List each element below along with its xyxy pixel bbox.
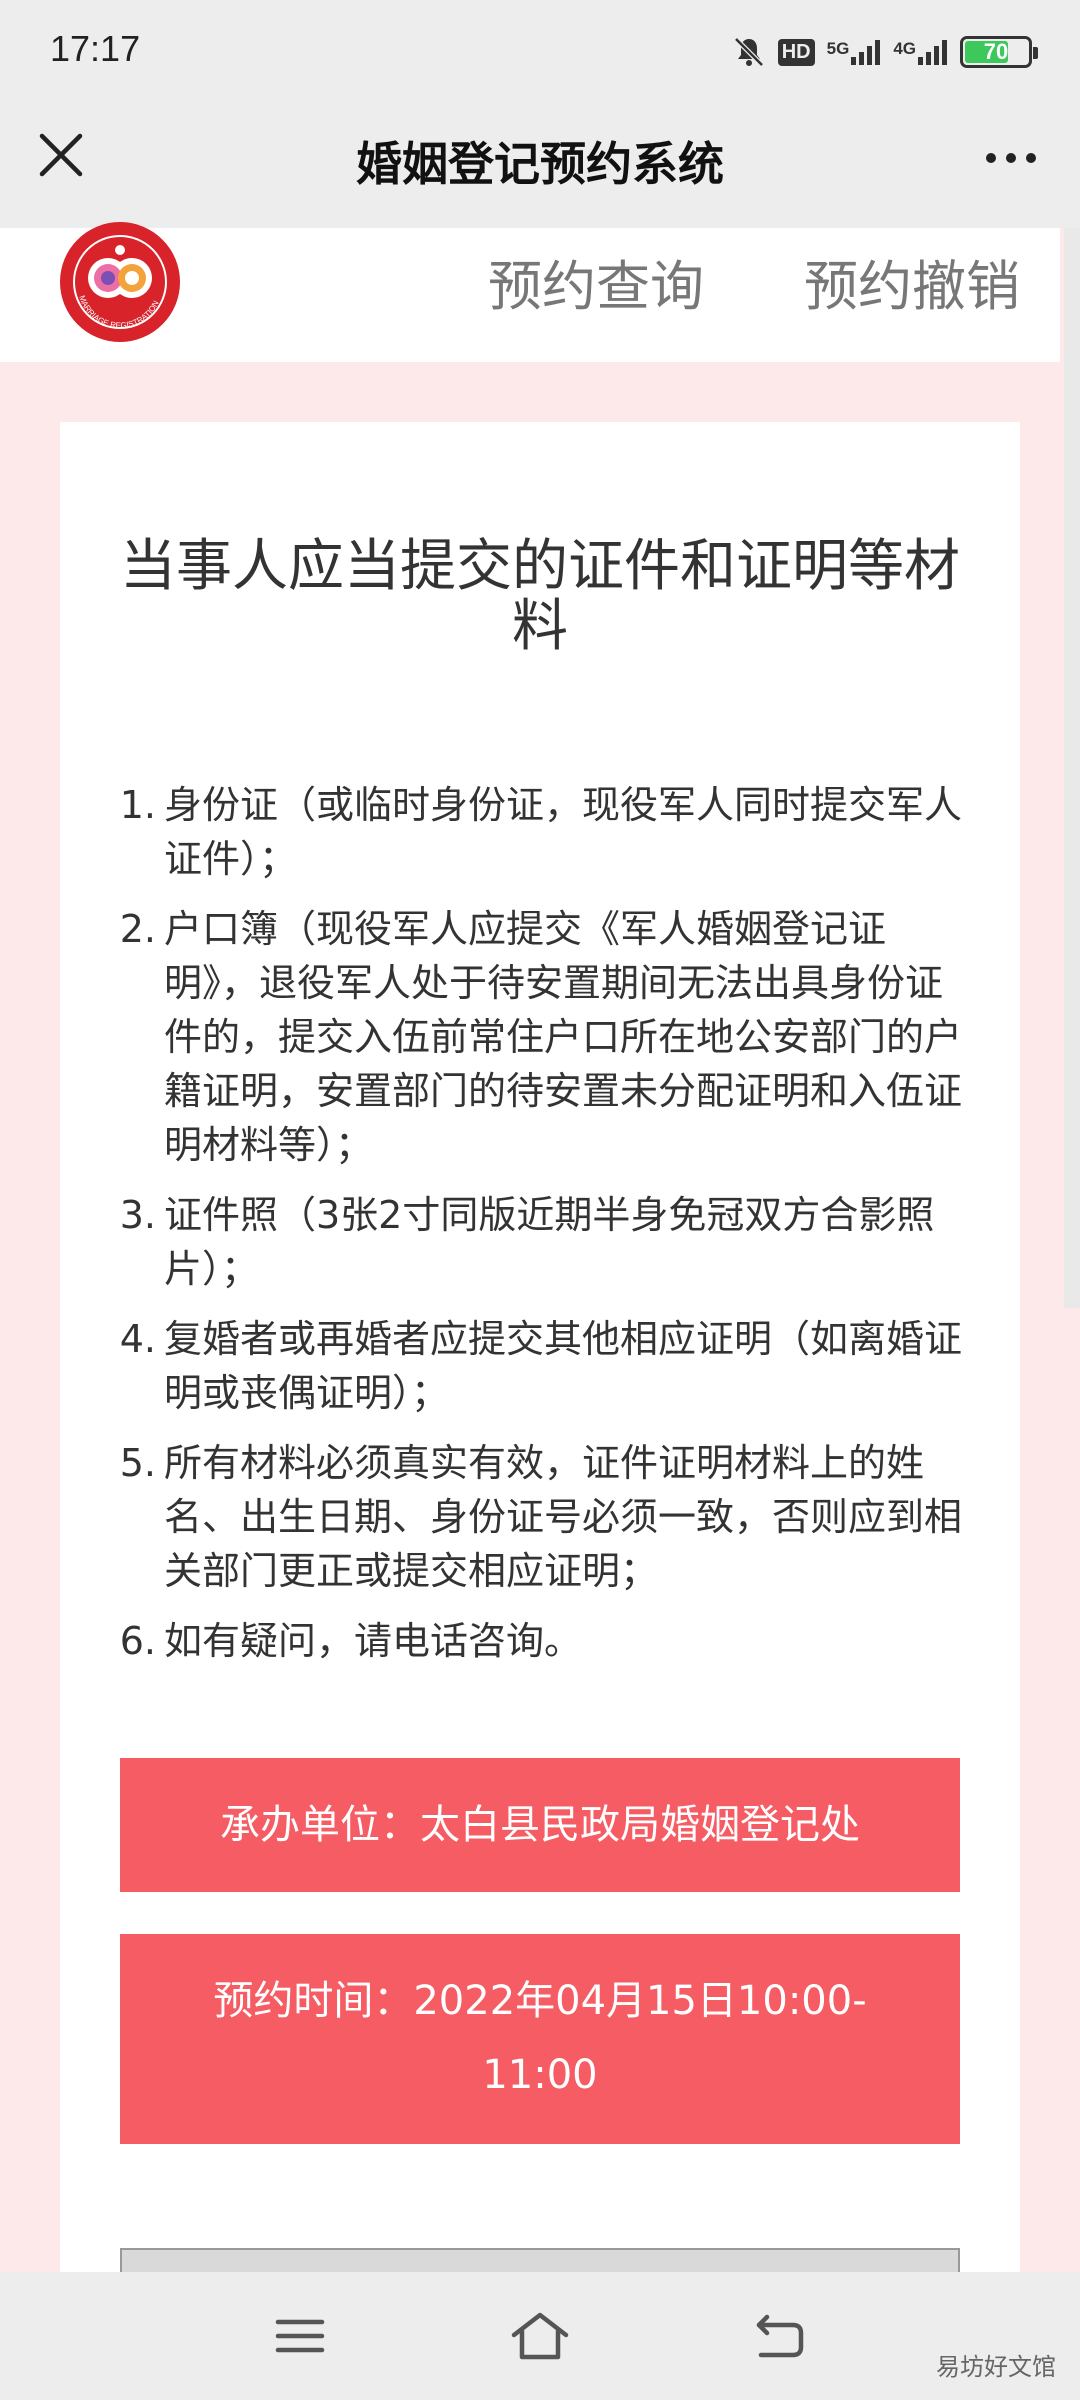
list-item-text: 身份证（或临时身份证，现役军人同时提交军人证件）；	[164, 783, 963, 881]
list-item-text: 复婚者或再婚者应提交其他相应证明（如离婚证明或丧偶证明）；	[164, 1317, 963, 1415]
list-item-text: 户口簿（现役军人应提交《军人婚姻登记证明》，退役军人处于待安置期间无法出具身份证…	[164, 907, 963, 1167]
list-item-number: 1.	[119, 783, 156, 827]
signal-5g-icon: 5G	[827, 39, 882, 65]
page-title: 婚姻登记预约系统	[356, 137, 724, 191]
status-icons: HD 5G 4G 70	[732, 30, 1038, 74]
appointment-time-box: 预约时间：2022年04月15日10:00-11:00	[120, 1934, 960, 2144]
system-nav-bar: 易坊好文馆	[0, 2272, 1080, 2400]
watermark: 易坊好文馆	[936, 2353, 1056, 2381]
list-item-text: 证件照（3张2寸同版近期半身免冠双方合影照片）；	[164, 1193, 935, 1291]
battery-level: 70	[983, 39, 1009, 64]
home-button[interactable]	[500, 2304, 580, 2368]
status-time: 17:17	[50, 28, 141, 69]
network-4g-label: 4G	[893, 39, 916, 58]
mute-bell-icon	[733, 37, 764, 67]
list-item-number: 3.	[119, 1193, 156, 1237]
more-icon	[1006, 153, 1016, 163]
back-button[interactable]	[740, 2304, 820, 2368]
content-card: 当事人应当提交的证件和证明等材料 1. 身份证（或临时身份证，现役军人同时提交军人…	[60, 422, 1020, 2328]
section-title: 当事人应当提交的证件和证明等材料	[120, 534, 960, 659]
organizer-box: 承办单位：太白县民政局婚姻登记处	[120, 1758, 960, 1892]
more-button[interactable]	[976, 128, 1046, 188]
appointment-query-link[interactable]: 预约查询	[488, 242, 704, 321]
more-icon	[1026, 153, 1036, 163]
back-icon	[756, 2314, 804, 2358]
battery-icon: 70	[960, 36, 1038, 68]
list-item-number: 2.	[119, 907, 156, 951]
hd-label: HD	[777, 38, 815, 66]
list-item-number: 4.	[119, 1317, 156, 1361]
menu-icon	[275, 2319, 325, 2353]
list-item: 3. 证件照（3张2寸同版近期半身免冠双方合影照片）；	[106, 1188, 966, 1296]
hd-icon: HD	[777, 38, 815, 66]
nav-bar: 婚姻登记预约系统	[0, 102, 1080, 228]
list-item-number: 6.	[119, 1619, 156, 1663]
scrollbar[interactable]	[1064, 228, 1080, 1308]
network-5g-label: 5G	[826, 39, 850, 58]
status-bar: 17:17 HD 5G 4G 70	[0, 0, 1080, 102]
list-item: 1. 身份证（或临时身份证，现役军人同时提交军人证件）；	[106, 778, 966, 886]
site-header: MARRIAGE REGISTRATION 预约查询 预约撤销	[0, 222, 1060, 362]
list-item: 2. 户口簿（现役军人应提交《军人婚姻登记证明》，退役军人处于待安置期间无法出具身…	[106, 902, 966, 1172]
signal-4g-icon: 4G	[893, 39, 948, 65]
more-icon	[986, 153, 996, 163]
requirements-list: 1. 身份证（或临时身份证，现役军人同时提交军人证件）； 2. 户口簿（现役军人应提…	[106, 778, 966, 1684]
list-item: 6. 如有疑问，请电话咨询。	[106, 1614, 966, 1668]
marriage-registration-logo[interactable]: MARRIAGE REGISTRATION	[58, 220, 182, 344]
home-icon	[511, 2312, 569, 2360]
menu-button[interactable]	[260, 2304, 340, 2368]
list-item: 4. 复婚者或再婚者应提交其他相应证明（如离婚证明或丧偶证明）；	[106, 1312, 966, 1420]
list-item-text: 如有疑问，请电话咨询。	[164, 1619, 583, 1663]
list-item-text: 所有材料必须真实有效，证件证明材料上的姓名、出生日期、身份证号必须一致，否则应到…	[164, 1441, 963, 1593]
appointment-cancel-link[interactable]: 预约撤销	[804, 242, 1020, 321]
battery-tip	[1033, 47, 1038, 59]
list-item-number: 5.	[119, 1441, 156, 1485]
list-item: 5. 所有材料必须真实有效，证件证明材料上的姓名、出生日期、身份证号必须一致，否则…	[106, 1436, 966, 1598]
